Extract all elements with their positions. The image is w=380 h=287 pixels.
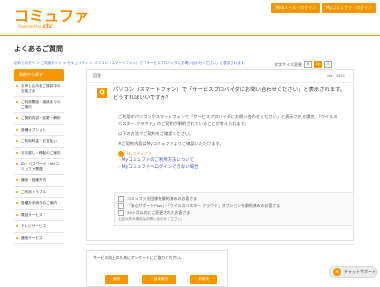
related-row: コミュファ光回線を解約済みのお客さま xyxy=(118,195,350,202)
sidebar: 契約から探す お申し込みをご検討中のお客さま ご利用開始・接続までのご案内 ご契… xyxy=(14,69,64,244)
related-row: 30ヶ月以内にご変更されたお客さま xyxy=(118,209,350,216)
survey-box: サービス向上のためにアンケートにご協力ください。 解決 一部未解決 未解決 xyxy=(86,250,228,287)
chat-support-button[interactable]: ✉ チャットサポート xyxy=(329,266,377,278)
breadcrumb[interactable]: 初めての方へ ＞ ご利用ガイド ＞ セキュリティ ＞ パソコン（スマートフォン）… xyxy=(14,61,247,66)
commufa-logo[interactable]: コミュファ Powered by ctc xyxy=(14,9,89,30)
survey-buttons: 解決 一部未解決 未解決 xyxy=(105,275,217,284)
sidebar-item[interactable]: お申し込みをご検討中のお客さま xyxy=(14,81,64,97)
survey-prompt: サービス向上のためにアンケートにご協力ください。 xyxy=(93,255,184,260)
answer-paragraph: 以下の方法でご契約をご確認ください。 xyxy=(118,131,194,136)
survey-unsolved-button[interactable]: 未解決 xyxy=(190,275,217,284)
survey-solved-button[interactable]: 解決 xyxy=(105,275,129,284)
mycommufa-support-link[interactable]: Myコミュファ xyxy=(118,150,338,157)
header-divider xyxy=(0,35,380,36)
sidebar-item[interactable]: 電話サービス xyxy=(14,210,64,221)
question-text: パソコン（スマートフォン）で「サービスプロバイダにお問い合わせください」と表示さ… xyxy=(113,87,346,101)
chat-icon: ✉ xyxy=(333,268,341,276)
question-number: No：3651 xyxy=(327,74,345,78)
answer-paragraph: ご利用のパソコンやスマートフォンで「サービスプロバイダにお問い合わせください」と… xyxy=(118,114,338,126)
sidebar-item[interactable]: 通信・回線方式 xyxy=(14,175,64,187)
answer-label: 回答 xyxy=(93,73,101,78)
related-row-label: 「安心サポートPlus」・「ウイルスバスター クラウド」オプションを解約済みのお… xyxy=(127,203,281,208)
sidebar-item[interactable]: ご契約内容・変更・解約 xyxy=(14,113,64,125)
sidebar-header: 契約から探す xyxy=(14,69,64,81)
font-size-switcher: 文字サイズ変更 大 中 小 xyxy=(274,61,332,68)
checkbox[interactable] xyxy=(118,209,124,216)
sidebar-item[interactable]: ご利用トラブル xyxy=(14,187,64,198)
sidebar-item[interactable]: お引越し・移転のご案内 xyxy=(14,148,64,159)
related-row: 「安心サポートPlus」・「ウイルスバスター クラウド」オプションを解約済みのお… xyxy=(118,202,350,209)
answer-body: ご利用のパソコンやスマートフォンで「サービスプロバイダにお問い合わせください」と… xyxy=(118,113,338,171)
sidebar-item[interactable]: ID・パスワード・Myコミュファ関連 xyxy=(14,159,64,175)
logo-brand: ctc xyxy=(42,23,53,30)
site-header: コミュファ Powered by ctc Webメール・ログイン Myコミュファ… xyxy=(0,0,380,36)
faq-answer-panel: 回答 No：3651 Q パソコン（スマートフォン）で「サービスプロバイダにお問… xyxy=(86,69,354,241)
font-size-medium-button[interactable]: 中 xyxy=(314,61,322,68)
webmail-login-button[interactable]: Webメール・ログイン xyxy=(271,3,321,13)
related-row-label: 30ヶ月以内にご変更されたお客さま xyxy=(127,210,191,215)
related-footer: 上記以外の場合はお問い合わせください。 xyxy=(118,217,185,221)
sidebar-item[interactable]: 各種お手続きのご案内 xyxy=(14,198,64,210)
sidebar-item[interactable]: テレビサービス xyxy=(14,221,64,233)
related-conditions-box: コミュファ光回線を解約済みのお客さま 「安心サポートPlus」・「ウイルスバスタ… xyxy=(114,192,354,226)
sidebar-item[interactable]: 各種オプション xyxy=(14,125,64,136)
logo-text: コミュファ xyxy=(14,7,90,25)
checkbox[interactable] xyxy=(118,195,124,202)
related-row-label: コミュファ光回線を解約済みのお客さま xyxy=(127,196,198,201)
content-divider xyxy=(86,244,354,245)
sidebar-item[interactable]: 通信サービス xyxy=(14,233,64,244)
survey-partial-button[interactable]: 一部未解決 xyxy=(142,275,177,284)
mycommufa-icon xyxy=(118,150,124,157)
page-title: よくあるご質問 xyxy=(14,45,63,53)
checkbox[interactable] xyxy=(118,202,124,209)
login-trouble-link[interactable]: Myコミュファへログインできない場合 xyxy=(118,164,338,171)
sidebar-item[interactable]: ご利用料金・お支払い xyxy=(14,136,64,148)
answer-panel-header: 回答 xyxy=(87,70,353,83)
font-size-label: 文字サイズ変更 xyxy=(274,61,302,67)
chat-support-label: チャットサポート xyxy=(344,269,376,274)
answer-paragraph: ※ご契約内容はMyコミュファよりご確認いただけます。 xyxy=(118,141,224,146)
howto-link[interactable]: Myコミュファのご利用方法について xyxy=(118,157,338,164)
sidebar-item[interactable]: ご利用開始・接続までのご案内 xyxy=(14,97,64,113)
question-badge: Q xyxy=(97,88,107,98)
font-size-small-button[interactable]: 小 xyxy=(324,61,332,68)
header-login-buttons: Webメール・ログイン Myコミュファ・ログイン xyxy=(271,3,376,13)
font-size-large-button[interactable]: 大 xyxy=(304,61,312,68)
support-link-label: Myコミュファ xyxy=(127,151,152,156)
logo-powered-by: Powered by xyxy=(18,24,43,29)
mycommufa-login-button[interactable]: Myコミュファ・ログイン xyxy=(322,3,376,13)
